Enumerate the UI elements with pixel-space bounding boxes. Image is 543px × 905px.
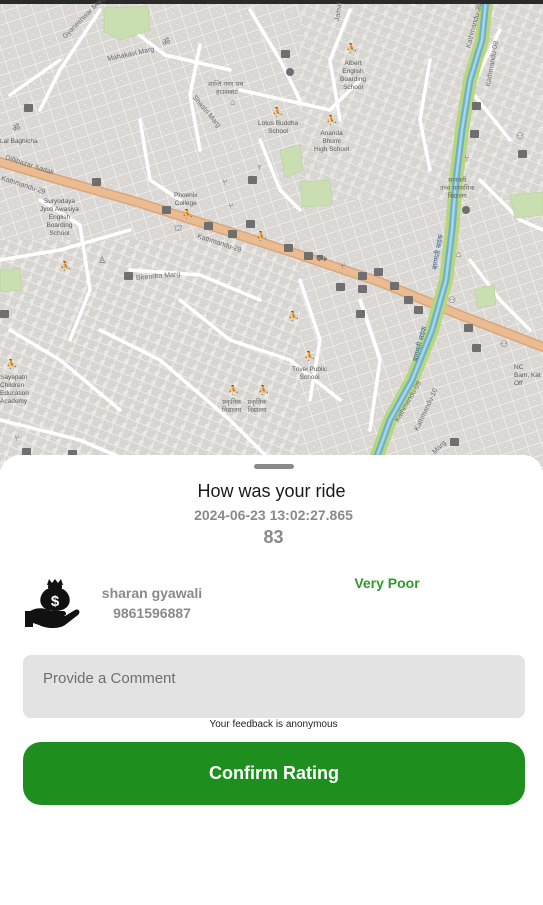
shop-icon [518,150,527,158]
map-label-trivei-public: Trivei Public School [292,366,328,381]
temple-icon: ॐ [12,123,21,133]
restaurant-icon: ⑂ [340,261,346,271]
confirm-rating-button[interactable]: Confirm Rating [23,742,525,805]
school-icon: ⛹ [272,107,284,117]
restaurant-icon: ⑂ [228,201,234,211]
bank-icon [248,176,257,184]
map-view[interactable]: Gyaneshwar Marg Mahakavi Marg Jamal Kath… [0,0,543,470]
school-icon: ⛹ [6,359,18,369]
rating-bottom-sheet: How was your ride 2024-06-23 13:02:27.86… [0,455,543,905]
car-icon: ⚇ [500,339,509,349]
ride-number: 83 [263,527,284,547]
rating-label: Very Poor [354,575,420,591]
status-bar-edge [0,0,543,4]
government-icon: ⌂ [456,249,462,259]
clothes-icon: ⛟ [316,253,328,263]
restaurant-icon: ⑂ [464,153,470,163]
restaurant-icon: ⑂ [222,177,228,187]
hand-money-icon: $ [25,577,81,629]
monument-icon: ♙ [98,255,107,265]
bank-icon [336,283,345,291]
bank-icon [162,206,171,214]
drag-handle[interactable] [254,464,294,469]
map-label-lal-baghicha: Lal Baghicha [0,138,38,145]
bank-icon [356,310,365,318]
anonymous-note: Your feedback is anonymous [209,719,338,730]
mail-icon [92,178,101,186]
map-label-deva-top: शान्ति नगर पथ [208,80,244,88]
car-icon: ⚇ [448,295,457,305]
driver-name: sharan gyawali [101,585,203,601]
school-icon: ⛹ [326,115,338,125]
school-icon: ⛹ [346,43,358,53]
bank-icon [0,310,9,318]
monitor-icon [124,272,133,280]
school-icon: ⛹ [304,351,316,361]
atm-icon [358,272,367,280]
school-icon: ⛹ [60,261,72,271]
school-icon: ⛹ [228,385,240,395]
map-label-suryodaya: Suryodaya Jyoti Awasiya English Boarding… [40,198,79,237]
map-label-deva-top-2: हाउसबाट [216,88,238,96]
comment-input[interactable] [23,655,525,718]
school-icon: ⛹ [256,231,268,241]
bank-icon [464,324,473,332]
restaurant-icon: ⑂ [14,433,20,443]
bank-icon [470,130,479,138]
map-label-deva-bottom: प्रकृतिक प्रकृतिक विद्यालय विद्यालय [222,398,267,414]
bank-icon [284,244,293,252]
school-icon: ⛹ [288,311,300,321]
school-icon: ⛹ [182,209,194,219]
bank-icon [246,220,255,228]
map-label-phoenix-college: Phoenix College [174,192,198,207]
mail-icon [472,344,481,352]
monitor-icon [472,102,481,110]
hospital-icon [462,206,470,214]
school-icon: ⛹ [258,385,270,395]
fuel-icon [228,230,237,238]
bank-icon [304,252,313,260]
shop-icon [24,104,33,112]
ride-timestamp: 2024-06-23 13:02:27.865 [194,507,353,523]
map-label-sayapatri-children: Sayapatri Children Education Academy [0,374,29,405]
map-label-deva-right: सरस्वती उच्च माध्यमिक विद्यालय [440,176,475,200]
map-label-albert-english: Albert English Boarding School [340,60,367,91]
map-canvas [0,0,543,470]
driver-phone: 9861596887 [113,605,191,621]
fuel-icon [414,306,423,314]
map-label-nc-right: NC Bam, Kat Off [514,364,541,387]
landmark-icon [286,68,294,76]
bank-icon [358,285,367,293]
map-label-lotus-buddha: Lotus Buddha School [258,120,299,135]
temple-icon: ॐ [162,37,171,47]
bank-icon [390,282,399,290]
bank-icon [281,50,290,58]
car-icon: ⚇ [516,131,525,141]
parking-icon: ⛫ [174,223,183,233]
atm-icon [404,296,413,304]
page-title: How was your ride [197,481,346,501]
svg-text:$: $ [51,593,60,610]
atm-icon [204,222,213,230]
dentist-icon: ♆ [256,162,263,172]
map-label-ananda-bhumi: Ananda Bhumi High School [314,130,350,153]
government-icon: ⌂ [230,97,236,107]
bank-icon [374,268,383,276]
shop-icon [450,438,459,446]
